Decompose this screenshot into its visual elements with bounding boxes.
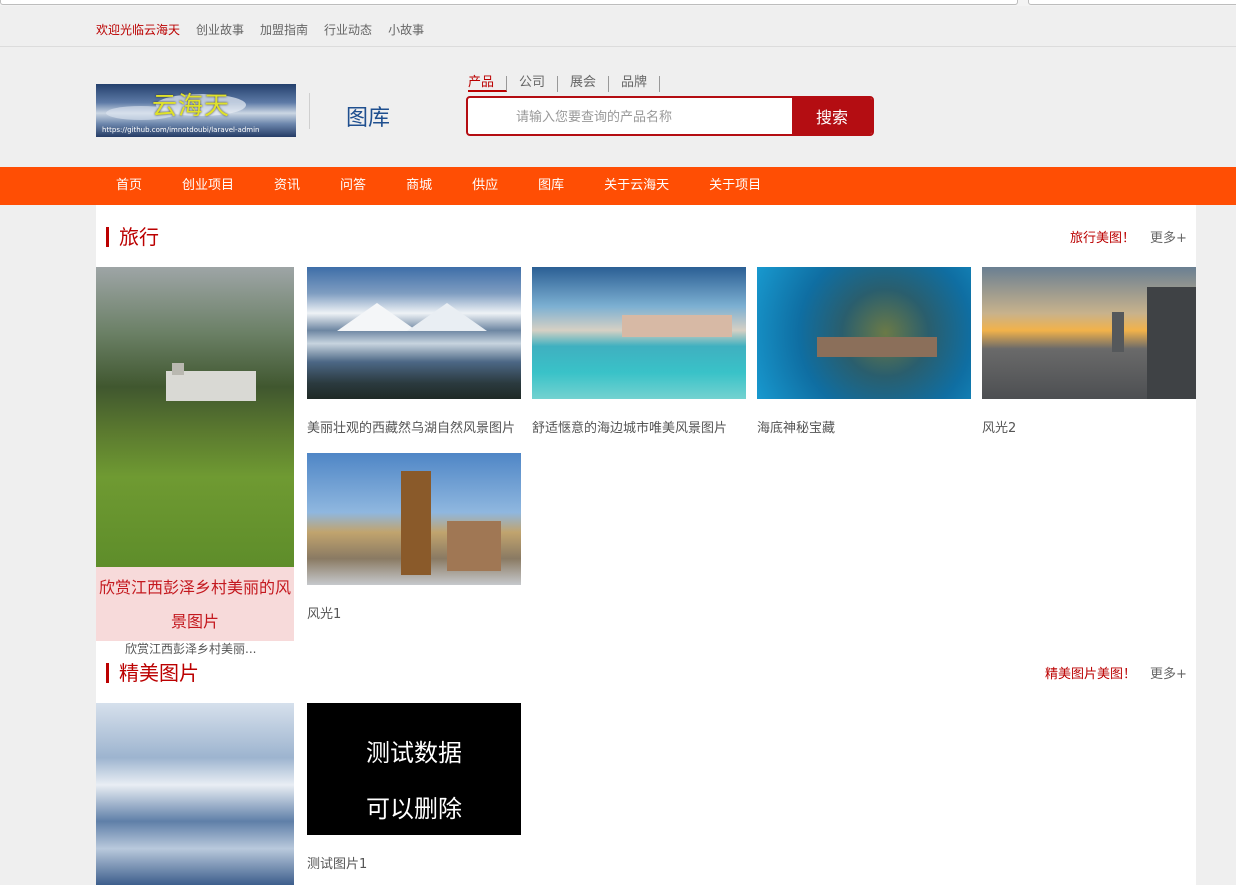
nav-item-supply[interactable]: 供应	[452, 167, 518, 205]
gallery-image[interactable]	[532, 267, 746, 399]
search-button[interactable]: 搜索	[792, 98, 872, 134]
page-section-label: 图库	[346, 106, 391, 131]
nav-item-projects[interactable]: 创业项目	[162, 167, 254, 205]
top-bar: 欢迎光临云海天 创业故事 加盟指南 行业动态 小故事	[0, 12, 1236, 47]
feature-caption[interactable]: 欣赏江西彭泽乡村美丽的风景图片	[96, 567, 294, 641]
gallery-image[interactable]	[757, 267, 971, 399]
gallery-caption[interactable]: 舒适惬意的海边城市唯美风景图片	[532, 417, 727, 436]
gallery-image[interactable]	[982, 267, 1196, 399]
search-tab-expo[interactable]: 展会	[558, 76, 610, 92]
browser-search-bar[interactable]	[1028, 0, 1236, 5]
nav-item-news[interactable]: 资讯	[254, 167, 320, 205]
search-input[interactable]	[516, 107, 786, 127]
top-link-industry[interactable]: 行业动态	[324, 21, 372, 38]
main-content: 旅行 旅行美图！ 更多+ 欣赏江西彭泽乡村美丽的风景图片 欣赏江西彭泽乡村美丽.…	[96, 205, 1196, 885]
gallery-item[interactable]: 美丽壮观的西藏然乌湖自然风景图片	[307, 267, 521, 436]
section-link-travel[interactable]: 旅行美图！	[1070, 227, 1135, 246]
gallery-image[interactable]	[307, 453, 521, 585]
gallery-item[interactable]: 舒适惬意的海边城市唯美风景图片	[532, 267, 746, 436]
image-text: 测试数据	[366, 739, 462, 767]
search-tab-brand[interactable]: 品牌	[609, 76, 661, 92]
gallery-item[interactable]: 测试数据 可以删除 测试图片1	[307, 703, 521, 872]
browser-address-bar[interactable]	[0, 0, 1018, 5]
top-links: 欢迎光临云海天 创业故事 加盟指南 行业动态 小故事	[96, 21, 424, 38]
gallery-item[interactable]: 风光1	[307, 453, 521, 622]
feature-subcaption[interactable]: 欣赏江西彭泽乡村美丽...	[125, 640, 256, 657]
logo-url: https://github.com/imnotdoubi/laravel-ad…	[102, 126, 260, 134]
gallery-image[interactable]: 测试数据 可以删除	[307, 703, 521, 835]
gallery-image[interactable]	[96, 703, 294, 885]
welcome-text: 欢迎光临云海天	[96, 23, 181, 37]
gallery-caption[interactable]: 美丽壮观的西藏然乌湖自然风景图片	[307, 417, 515, 436]
gallery-item[interactable]: 海底神秘宝藏	[757, 267, 971, 436]
nav-item-mall[interactable]: 商城	[386, 167, 452, 205]
nav-item-home[interactable]: 首页	[96, 167, 162, 205]
main-nav: 首页 创业项目 资讯 问答 商城 供应 图库 关于云海天 关于项目	[0, 167, 1236, 205]
feature-image[interactable]	[96, 267, 294, 567]
feature-card[interactable]: 欣赏江西彭泽乡村美丽的风景图片	[96, 267, 294, 641]
gallery-caption[interactable]: 风光2	[982, 417, 1016, 436]
top-link-franchise[interactable]: 加盟指南	[260, 21, 308, 38]
logo-divider	[309, 93, 310, 129]
gallery-caption[interactable]: 风光1	[307, 603, 341, 622]
top-link-story[interactable]: 创业故事	[196, 21, 244, 38]
nav-item-about-project[interactable]: 关于项目	[689, 167, 781, 205]
gallery-caption[interactable]: 测试图片1	[307, 853, 367, 872]
section-title-travel: 旅行	[106, 227, 159, 247]
top-link-stories[interactable]: 小故事	[388, 21, 424, 38]
image-text: 可以删除	[366, 795, 462, 823]
search-tabs: 产品 公司 展会 品牌	[468, 76, 661, 92]
more-link-beauty[interactable]: 更多+	[1150, 663, 1187, 682]
nav-item-gallery[interactable]: 图库	[518, 167, 584, 205]
section-title-beauty: 精美图片	[106, 663, 199, 683]
nav-item-about-site[interactable]: 关于云海天	[584, 167, 689, 205]
logo-text: 云海天	[152, 91, 231, 120]
gallery-item[interactable]: 风光2	[982, 267, 1196, 436]
search-box: 搜索	[466, 96, 874, 136]
gallery-item[interactable]	[96, 703, 294, 885]
gallery-image[interactable]	[307, 267, 521, 399]
search-tab-product[interactable]: 产品	[468, 76, 508, 92]
section-link-beauty[interactable]: 精美图片美图！	[1045, 663, 1136, 682]
more-link-travel[interactable]: 更多+	[1150, 227, 1187, 246]
search-tab-company[interactable]: 公司	[507, 76, 559, 92]
nav-item-qa[interactable]: 问答	[320, 167, 386, 205]
gallery-caption[interactable]: 海底神秘宝藏	[757, 417, 835, 436]
site-logo[interactable]: 云海天 https://github.com/imnotdoubi/larave…	[96, 84, 296, 137]
